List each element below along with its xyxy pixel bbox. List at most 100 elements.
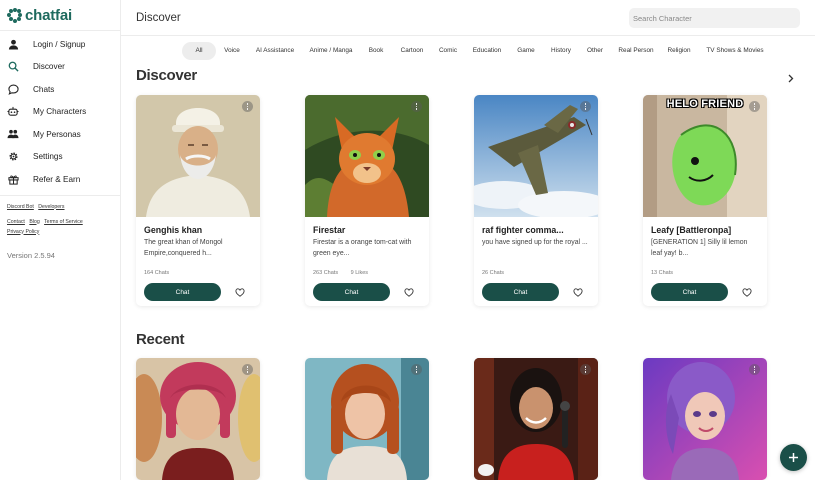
sidebar-nav: Login / Signup Discover Chats My Charact… bbox=[0, 30, 120, 196]
sidebar-item-my-characters[interactable]: My Characters bbox=[0, 101, 120, 124]
category-filter-bar: All Voice AI Assistance Anime / Manga Bo… bbox=[121, 42, 815, 60]
sidebar: chatfai Login / Signup Discover Chats My… bbox=[0, 0, 121, 480]
character-card[interactable] bbox=[305, 358, 429, 480]
sidebar-item-login[interactable]: Login / Signup bbox=[0, 33, 120, 56]
like-count: 9 Likes bbox=[350, 270, 369, 276]
more-options-icon[interactable] bbox=[242, 101, 253, 112]
more-options-icon[interactable] bbox=[411, 101, 422, 112]
more-options-icon[interactable] bbox=[580, 101, 591, 112]
sidebar-item-label: Login / Signup bbox=[33, 39, 86, 49]
chat-count: 26 Chats bbox=[482, 270, 505, 276]
character-name: Leafy [Battleronpa] bbox=[651, 225, 732, 235]
category-voice[interactable]: Voice bbox=[220, 42, 244, 60]
character-image[interactable] bbox=[305, 95, 429, 217]
link-contact[interactable]: Contact bbox=[7, 219, 25, 225]
add-character-button[interactable] bbox=[780, 444, 807, 471]
character-card[interactable]: raf fighter comma... you have signed up … bbox=[474, 95, 598, 306]
character-stats: 164 Chats bbox=[144, 270, 180, 276]
recent-section-title: Recent bbox=[136, 331, 185, 348]
more-options-icon[interactable] bbox=[242, 364, 253, 375]
character-name: Genghis khan bbox=[144, 225, 203, 235]
page-title: Discover bbox=[136, 12, 181, 24]
chevron-right-icon[interactable] bbox=[786, 72, 796, 84]
chat-button[interactable]: Chat bbox=[482, 283, 559, 301]
chat-count: 263 Chats bbox=[313, 270, 339, 276]
category-anime-manga[interactable]: Anime / Manga bbox=[307, 42, 355, 60]
category-tv-shows-movies[interactable]: TV Shows & Movies bbox=[703, 42, 767, 60]
chat-bubble-icon bbox=[7, 83, 19, 95]
sidebar-item-chats[interactable]: Chats bbox=[0, 78, 120, 101]
link-privacy[interactable]: Privacy Policy bbox=[7, 229, 39, 235]
gear-icon bbox=[7, 151, 19, 163]
sidebar-item-my-personas[interactable]: My Personas bbox=[0, 123, 120, 146]
more-options-icon[interactable] bbox=[411, 364, 422, 375]
character-card[interactable]: HELO FRIEND Leafy [Battleronpa] [GENERAT… bbox=[643, 95, 767, 306]
sidebar-item-label: Chats bbox=[33, 84, 55, 94]
category-all[interactable]: All bbox=[182, 42, 216, 60]
category-real-person[interactable]: Real Person bbox=[616, 42, 656, 60]
chat-button[interactable]: Chat bbox=[313, 283, 390, 301]
character-stats: 26 Chats bbox=[482, 270, 515, 276]
logo-text: chatfai bbox=[25, 6, 72, 24]
search-input[interactable] bbox=[629, 8, 800, 28]
chat-button[interactable]: Chat bbox=[144, 283, 221, 301]
character-card[interactable]: Genghis khan The great khan of Mongol Em… bbox=[136, 95, 260, 306]
category-ai-assistance[interactable]: AI Assistance bbox=[253, 42, 297, 60]
sidebar-item-label: My Personas bbox=[33, 129, 81, 139]
heart-icon[interactable] bbox=[232, 284, 248, 300]
discover-section-title: Discover bbox=[136, 67, 197, 84]
character-image[interactable] bbox=[136, 95, 260, 217]
more-options-icon[interactable] bbox=[749, 364, 760, 375]
character-description: [GENERATION 1] Silly lil lemon leaf yay!… bbox=[651, 239, 748, 257]
category-book[interactable]: Book bbox=[365, 42, 387, 60]
character-card[interactable] bbox=[474, 358, 598, 480]
character-image[interactable] bbox=[136, 358, 260, 480]
sidebar-item-label: Discover bbox=[33, 62, 65, 72]
sidebar-item-label: Settings bbox=[33, 152, 63, 162]
heart-icon[interactable] bbox=[570, 284, 586, 300]
character-card[interactable]: Firestar Firestar is a orange tom-cat wi… bbox=[305, 95, 429, 306]
category-cartoon[interactable]: Cartoon bbox=[396, 42, 428, 60]
link-blog[interactable]: Blog bbox=[29, 219, 39, 225]
heart-icon[interactable] bbox=[739, 284, 755, 300]
character-description: you have signed up for the royal ... bbox=[482, 239, 588, 246]
chat-button[interactable]: Chat bbox=[651, 283, 728, 301]
robot-icon bbox=[7, 106, 19, 118]
sidebar-item-refer-earn[interactable]: Refer & Earn bbox=[0, 168, 120, 191]
gift-icon bbox=[7, 173, 19, 185]
search-icon bbox=[7, 61, 19, 73]
character-image[interactable]: HELO FRIEND bbox=[643, 95, 767, 217]
character-image[interactable] bbox=[643, 358, 767, 480]
character-image[interactable] bbox=[474, 358, 598, 480]
sidebar-item-label: Refer & Earn bbox=[33, 174, 81, 184]
heart-icon[interactable] bbox=[401, 284, 417, 300]
sidebar-item-discover[interactable]: Discover bbox=[0, 56, 120, 79]
character-image[interactable] bbox=[474, 95, 598, 217]
character-card[interactable] bbox=[643, 358, 767, 480]
character-name: raf fighter comma... bbox=[482, 225, 564, 235]
footer-links: Discord Bot Developers Contact Blog Term… bbox=[0, 196, 120, 237]
character-image[interactable] bbox=[305, 358, 429, 480]
character-stats: 13 Chats bbox=[651, 270, 684, 276]
category-education[interactable]: Education bbox=[469, 42, 505, 60]
user-icon bbox=[7, 38, 19, 50]
category-comic[interactable]: Comic bbox=[436, 42, 460, 60]
more-options-icon[interactable] bbox=[749, 101, 760, 112]
link-developers[interactable]: Developers bbox=[38, 204, 64, 210]
link-terms[interactable]: Terms of Service bbox=[44, 219, 83, 225]
chat-count: 164 Chats bbox=[144, 270, 170, 276]
chat-count: 13 Chats bbox=[651, 270, 674, 276]
people-icon bbox=[7, 128, 19, 140]
top-header: Discover bbox=[121, 0, 815, 36]
category-other[interactable]: Other bbox=[583, 42, 607, 60]
more-options-icon[interactable] bbox=[580, 364, 591, 375]
character-card[interactable] bbox=[136, 358, 260, 480]
link-discord-bot[interactable]: Discord Bot bbox=[7, 204, 34, 210]
sidebar-item-settings[interactable]: Settings bbox=[0, 146, 120, 169]
category-history[interactable]: History bbox=[547, 42, 575, 60]
app-version: Version 2.5.94 bbox=[7, 250, 55, 260]
category-religion[interactable]: Religion bbox=[664, 42, 694, 60]
logo[interactable]: chatfai bbox=[0, 0, 120, 30]
plus-icon bbox=[789, 453, 798, 462]
category-game[interactable]: Game bbox=[514, 42, 538, 60]
